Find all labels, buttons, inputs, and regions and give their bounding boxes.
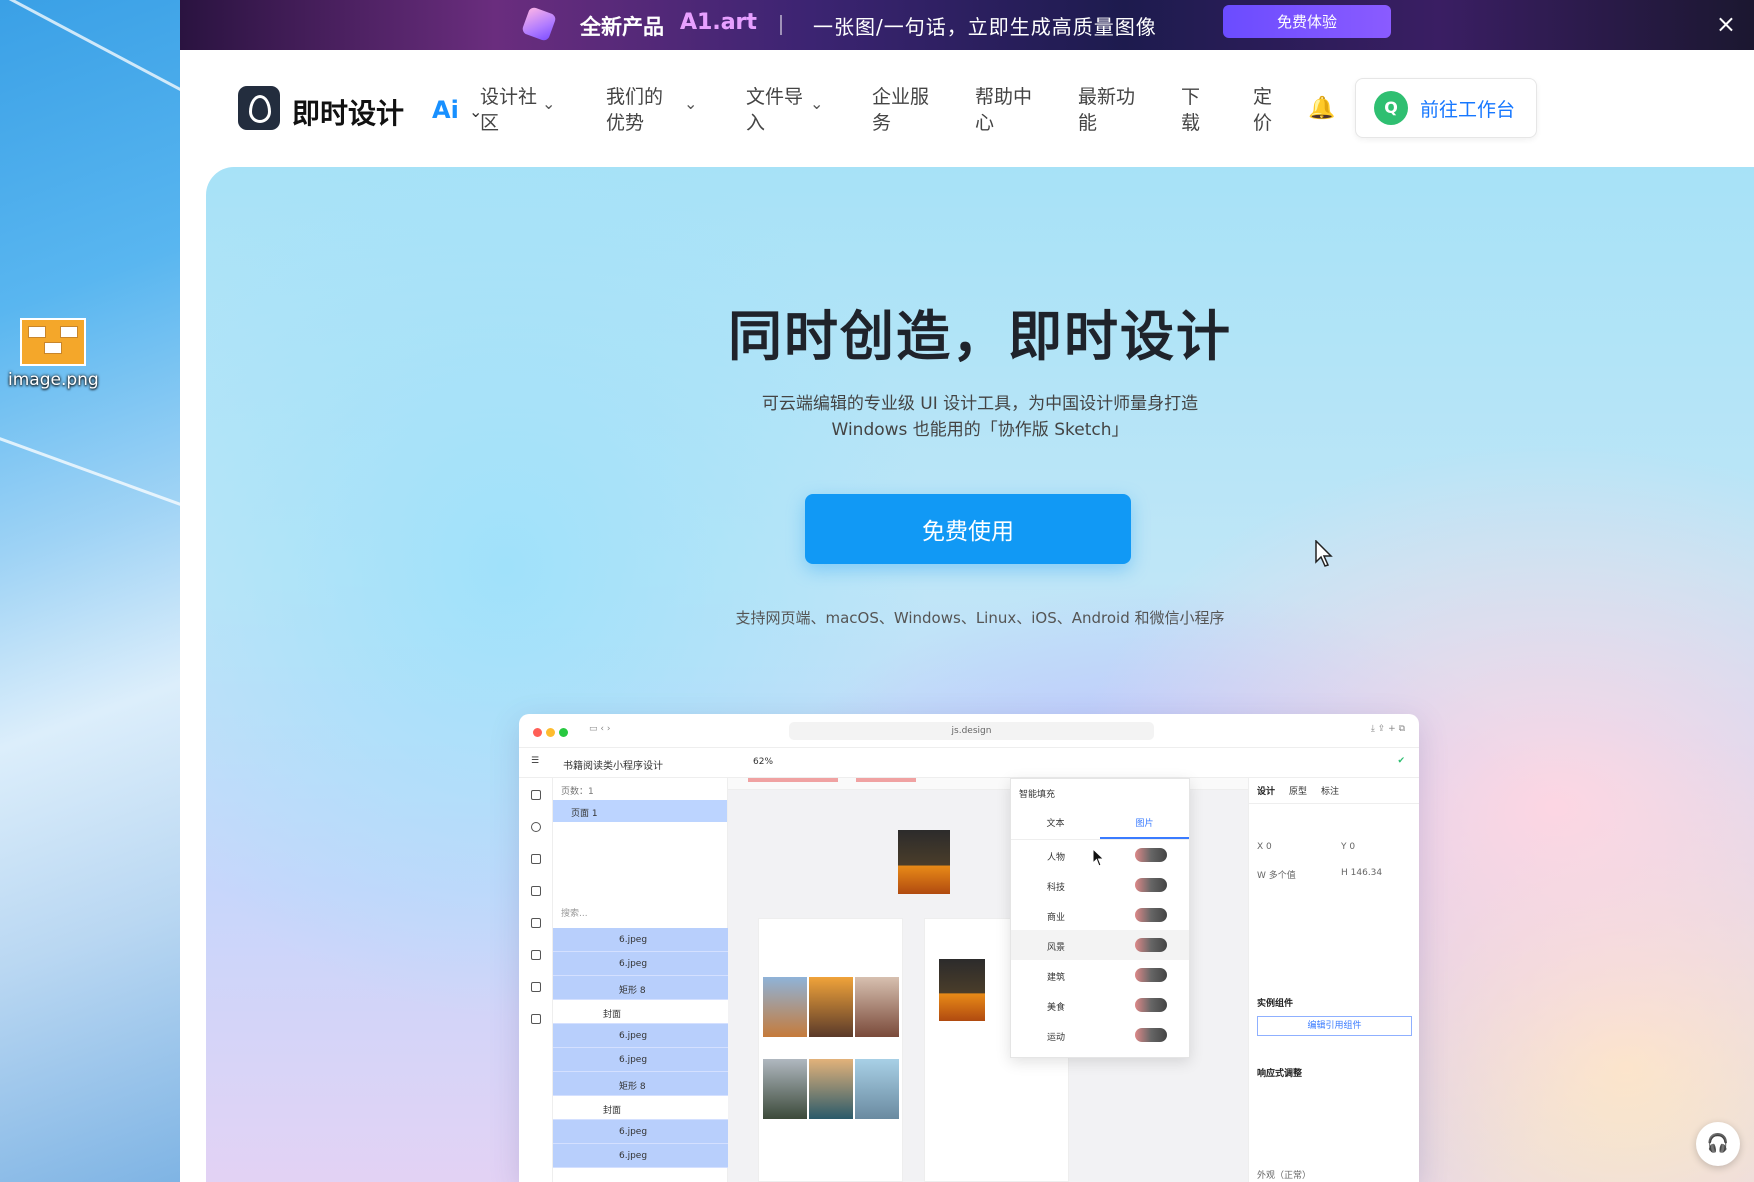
mock-layer-row: 6.jpeg	[553, 1120, 728, 1144]
chevron-down-icon[interactable]: ⌄	[684, 94, 697, 113]
promo-slogan: 一张图/一句话，立即生成高质量图像	[813, 15, 1157, 39]
mock-editor-toolbar: ☰ 书籍阅读类小程序设计 62% ✔	[519, 748, 1419, 778]
nav-item-advantages[interactable]: 我们的 优势	[606, 84, 663, 136]
sidebar-toggle-icon: ▭ ‹ ›	[589, 724, 611, 734]
bell-icon[interactable]: 🔔	[1308, 96, 1335, 121]
wallpaper-streak	[0, 425, 180, 518]
nav-item-enterprise[interactable]: 企业服务	[872, 84, 929, 136]
props-responsive-section: 响应式调整	[1257, 1069, 1303, 1079]
hero-subtitle-secondary: Windows 也能用的「协作版 Sketch」	[831, 420, 1129, 440]
promo-divider	[780, 15, 782, 35]
smart-fill-category: 建筑	[1011, 960, 1189, 990]
props-tab-annotate: 标注	[1321, 787, 1340, 797]
menu-icon: ☰	[531, 756, 540, 766]
mock-layer-search: 搜索...	[561, 909, 588, 919]
nav-item-community[interactable]: 设计社区	[480, 84, 537, 136]
promo-banner: 全新产品 A1.art 一张图/一句话，立即生成高质量图像 免费体验 ×	[180, 0, 1754, 50]
mock-layer-row: 6.jpeg	[553, 928, 728, 952]
mock-zoom-level: 62%	[753, 757, 774, 767]
props-instance-section: 实例组件	[1257, 999, 1294, 1009]
workbench-button[interactable]: Q 前往工作台	[1355, 78, 1537, 138]
mock-layer-group: 封面	[553, 1000, 728, 1024]
smart-fill-tab-image: 图片	[1100, 808, 1189, 839]
workbench-label: 前往工作台	[1420, 98, 1516, 121]
props-w: W 多个值	[1257, 871, 1296, 881]
gem-icon	[521, 6, 557, 42]
smart-fill-title: 智能填充	[1019, 790, 1056, 800]
props-y: Y 0	[1341, 842, 1356, 852]
headset-support-icon[interactable]: 🎧	[1696, 1122, 1740, 1166]
mock-layers-panel: 页数：1 页面 1 搜索... 6.jpeg 6.jpeg 矩形 8 封面 6.…	[553, 778, 728, 1182]
check-icon: ✔	[1397, 756, 1405, 766]
mock-tool-bar	[519, 778, 553, 1182]
mock-layer-row: 6.jpeg	[553, 952, 728, 976]
chevron-down-icon[interactable]: ⌄	[810, 94, 823, 113]
brand-name[interactable]: 即时设计	[292, 92, 404, 132]
mock-smart-fill-panel: 智能填充 文本 图片 人物 科技 商业 风景 建筑 美食 运动	[1010, 778, 1190, 1058]
chevron-down-icon[interactable]: ⌄	[542, 94, 555, 113]
mock-browser-toolbar: ▭ ‹ › js.design ⤓ ⇪ + ⧉	[519, 714, 1419, 748]
nav-item-download[interactable]: 下载	[1181, 84, 1200, 136]
hero-subtitle: 可云端编辑的专业级 UI 设计工具，为中国设计师量身打造	[761, 394, 1199, 414]
nav-item-pricing[interactable]: 定价	[1253, 84, 1272, 136]
ai-menu[interactable]: Ai	[432, 96, 459, 124]
nav-item-help[interactable]: 帮助中心	[975, 84, 1032, 136]
logo-icon[interactable]	[238, 86, 280, 130]
image-file-icon	[20, 318, 86, 366]
mock-page-item: 页面 1	[553, 800, 727, 822]
wallpaper-streak	[0, 0, 180, 104]
mock-phone-screen	[758, 918, 903, 1182]
props-tab-prototype: 原型	[1289, 787, 1308, 797]
smart-fill-category: 商业	[1011, 900, 1189, 930]
smart-fill-category: 风景	[1011, 930, 1189, 960]
mock-file-name: 书籍阅读类小程序设计	[563, 761, 663, 772]
book-cover-image	[898, 830, 950, 894]
props-tab-design: 设计	[1257, 787, 1276, 797]
smart-fill-category: 运动	[1011, 1020, 1189, 1050]
platform-support-text: 支持网页端、macOS、Windows、Linux、iOS、Android 和微…	[735, 609, 1225, 627]
props-edit-component-button: 编辑引用组件	[1257, 1016, 1412, 1036]
hero-title: 同时创造，即时设计	[728, 305, 1232, 368]
promo-brand[interactable]: A1.art	[680, 10, 757, 35]
browser-actions-icon: ⤓ ⇪ + ⧉	[1370, 724, 1405, 734]
props-appearance-section: 外观（正常）	[1257, 1171, 1312, 1181]
avatar: Q	[1374, 91, 1408, 125]
mouse-cursor-icon	[1092, 848, 1105, 867]
mock-url-bar: js.design	[789, 722, 1154, 740]
close-icon[interactable]: ×	[1716, 10, 1736, 38]
smart-fill-category: 美食	[1011, 990, 1189, 1020]
mock-layer-row: 6.jpeg	[553, 1024, 728, 1048]
mock-layer-row: 6.jpeg	[553, 1048, 728, 1072]
top-navigation: 即时设计 Ai ⌄ 设计社区 ⌄ 我们的 优势 ⌄ 文件导入 ⌄ 企业服务 帮助中…	[180, 50, 1754, 168]
desktop-background: image.png	[0, 0, 180, 1182]
app-preview: ▭ ‹ › js.design ⤓ ⇪ + ⧉ ☰ 书籍阅读类小程序设计 62%…	[519, 714, 1419, 1182]
props-h: H 146.34	[1341, 868, 1383, 878]
smart-fill-tab-text: 文本	[1046, 819, 1065, 829]
nav-item-new-features[interactable]: 最新功能	[1078, 84, 1135, 136]
smart-fill-category: 科技	[1011, 870, 1189, 900]
mock-layer-row: 矩形 8	[553, 1072, 728, 1096]
desktop-file-icon[interactable]: image.png	[8, 318, 99, 390]
props-x: X 0	[1257, 842, 1272, 852]
promo-product: 全新产品	[580, 15, 664, 39]
mock-pages-header: 页数：1	[561, 787, 594, 797]
mock-canvas: 智能填充 文本 图片 人物 科技 商业 风景 建筑 美食 运动	[728, 778, 1248, 1182]
mock-layer-row: 6.jpeg	[553, 1144, 728, 1168]
free-use-button[interactable]: 免费使用	[805, 494, 1131, 564]
nav-item-import[interactable]: 文件导入	[746, 84, 803, 136]
mock-layer-row: 矩形 8	[553, 976, 728, 1000]
desktop-file-label: image.png	[8, 370, 99, 390]
free-trial-button[interactable]: 免费体验	[1223, 5, 1391, 38]
mock-properties-panel: 设计 原型 标注 X 0 Y 0 W 多个值 H 146.34 实例组件 编辑引…	[1248, 778, 1419, 1182]
mock-layer-group: 封面	[553, 1096, 728, 1120]
mouse-cursor-icon	[1315, 540, 1333, 567]
browser-page: 全新产品 A1.art 一张图/一句话，立即生成高质量图像 免费体验 × 即时设…	[180, 0, 1754, 1182]
